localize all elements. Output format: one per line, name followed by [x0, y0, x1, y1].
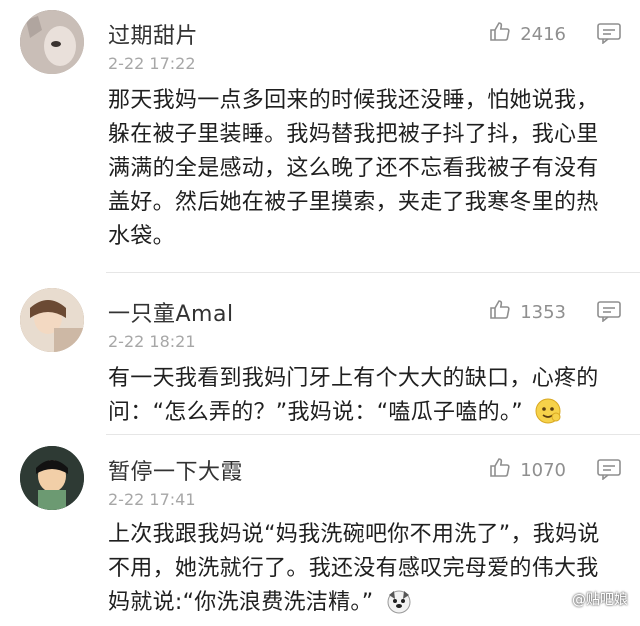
comment-icon[interactable]: [596, 22, 622, 44]
comment-line: 那天我妈一点多回来的时候我还没睡，怕她说我，: [108, 88, 599, 113]
comment-line: 有一天我看到我妈门牙上有个大大的缺口，心疼的: [108, 366, 599, 391]
comment-icon[interactable]: [596, 300, 622, 322]
comment-text: 有一天我看到我妈门牙上有个大大的缺口，心疼的 问：“怎么弄的？”我妈说：“嗑瓜子…: [108, 362, 620, 430]
thumbs-up-icon: [488, 456, 512, 485]
comment-line: 躲在被子里装睡。我妈替我把被子抖了抖，我心里: [108, 122, 599, 147]
avatar[interactable]: [20, 446, 84, 510]
username[interactable]: 过期甜片: [108, 18, 198, 50]
comment-text: 那天我妈一点多回来的时候我还没睡，怕她说我， 躲在被子里装睡。我妈替我把被子抖了…: [108, 84, 620, 254]
like-button[interactable]: 1070: [488, 456, 566, 485]
comment-line: 不用，她洗就行了。我还没有感叹完母爱的伟大我: [108, 556, 599, 581]
avatar-image: [20, 446, 84, 510]
divider: [106, 272, 640, 273]
comment-line: 盖好。然后她在被子里摸索，夹走了我寒冬里的热: [108, 190, 599, 215]
watermark: @贴吧娘: [572, 592, 628, 608]
like-button[interactable]: 1353: [488, 298, 566, 327]
thumbs-up-icon: [488, 298, 512, 327]
timestamp: 2-22 17:41: [108, 490, 196, 509]
timestamp: 2-22 18:21: [108, 332, 196, 351]
username[interactable]: 暂停一下大霞: [108, 454, 243, 486]
comment-text: 上次我跟我妈说“妈我洗碗吧你不用洗了”，我妈说 不用，她洗就行了。我还没有感叹完…: [108, 518, 620, 620]
like-count: 2416: [520, 24, 566, 45]
timestamp: 2-22 17:22: [108, 54, 196, 73]
comment-line: 上次我跟我妈说“妈我洗碗吧你不用洗了”，我妈说: [108, 522, 600, 547]
like-button[interactable]: 2416: [488, 20, 566, 49]
avatar[interactable]: [20, 288, 84, 352]
comment-icon[interactable]: [596, 458, 622, 480]
like-count: 1070: [520, 460, 566, 481]
comment-line: 水袋。: [108, 224, 175, 249]
divider: [106, 434, 640, 435]
comment-line: 满满的全是感动，这么晚了还不忘看我被子有没有: [108, 156, 599, 181]
dog-face-icon: [385, 587, 413, 615]
username[interactable]: 一只童Amal: [108, 296, 234, 328]
smiling-face-icon: [534, 397, 562, 425]
like-count: 1353: [520, 302, 566, 323]
comment-line-with-emoji: 妈就说:“你洗浪费洗洁精。”: [108, 586, 620, 620]
avatar[interactable]: [20, 10, 84, 74]
thumbs-up-icon: [488, 20, 512, 49]
comment-line-with-emoji: 问：“怎么弄的？”我妈说：“嗑瓜子嗑的。”: [108, 396, 620, 430]
comment-line: 问：“怎么弄的？”我妈说：“嗑瓜子嗑的。”: [108, 400, 523, 425]
avatar-image: [20, 288, 84, 352]
comment-line: 妈就说:“你洗浪费洗洁精。”: [108, 590, 374, 615]
avatar-image: [20, 10, 84, 74]
